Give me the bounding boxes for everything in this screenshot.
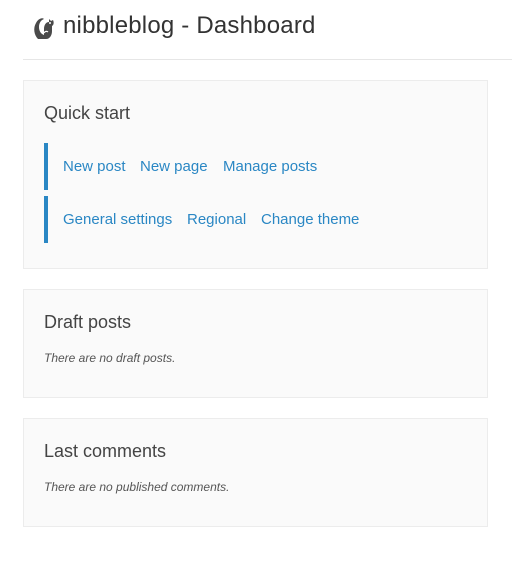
- draft-posts-title: Draft posts: [44, 312, 132, 332]
- quick-links-row-content: New post New page Manage posts: [44, 143, 464, 190]
- draft-posts-panel: Draft posts There are no draft posts.: [23, 289, 488, 398]
- quick-start-title: Quick start: [44, 103, 131, 123]
- page-header: nibbleblog - Dashboard: [23, 0, 512, 60]
- new-page-link[interactable]: New page: [140, 158, 208, 175]
- quick-links-row-settings: General settings Regional Change theme: [44, 196, 464, 243]
- last-comments-panel: Last comments There are no published com…: [23, 418, 488, 527]
- manage-posts-link[interactable]: Manage posts: [223, 158, 317, 175]
- regional-link[interactable]: Regional: [187, 211, 246, 228]
- change-theme-link[interactable]: Change theme: [261, 211, 359, 228]
- new-post-link[interactable]: New post: [63, 158, 126, 175]
- page-title: nibbleblog - Dashboard: [63, 12, 316, 39]
- quick-start-panel: Quick start New post New page Manage pos…: [23, 80, 488, 269]
- draft-posts-empty-text: There are no draft posts.: [44, 351, 176, 365]
- general-settings-link[interactable]: General settings: [63, 211, 172, 228]
- squirrel-logo-icon: [34, 18, 54, 39]
- last-comments-title: Last comments: [44, 441, 167, 461]
- last-comments-empty-text: There are no published comments.: [44, 480, 230, 494]
